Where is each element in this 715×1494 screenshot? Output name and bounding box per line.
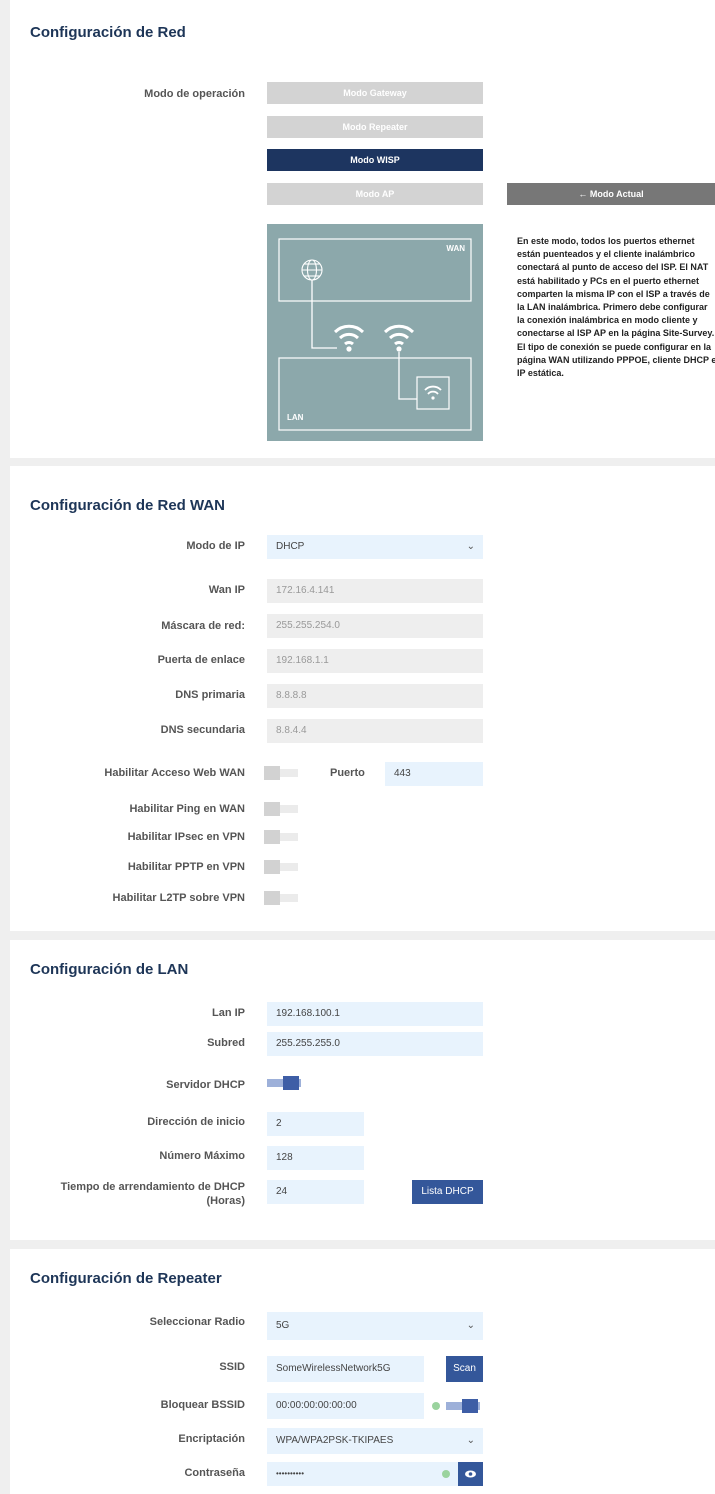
mode-ap-button[interactable]: Modo AP <box>267 183 483 205</box>
dhcp-lease-label: Tiempo de arrendamiento de DHCP (Horas) <box>61 1180 245 1208</box>
dhcp-max-label: Número Máximo <box>159 1150 245 1162</box>
wifi-icon <box>383 324 415 346</box>
encryption-select-value: WPA/WPA2PSK-TKIPAES <box>276 1435 394 1446</box>
chevron-down-icon: ⌄ <box>466 541 475 552</box>
dns1-label: DNS primaria <box>175 689 245 701</box>
lan-config-card: Configuración de LAN Lan IP 192.168.100.… <box>10 940 715 1240</box>
dhcp-list-button[interactable]: Lista DHCP <box>412 1180 483 1204</box>
lan-config-title: Configuración de LAN <box>30 961 189 978</box>
wifi-icon <box>333 324 365 346</box>
chevron-down-icon: ⌄ <box>466 1435 475 1446</box>
port-label: Puerto <box>330 767 365 779</box>
diagram-wan-label: WAN <box>446 244 465 253</box>
globe-icon <box>301 259 323 281</box>
l2tp-vpn-label: Habilitar L2TP sobre VPN <box>112 892 245 904</box>
dhcp-server-toggle[interactable] <box>267 1076 301 1090</box>
netmask-label: Máscara de red: <box>161 620 245 632</box>
wan-ip-label: Wan IP <box>208 584 245 596</box>
network-config-card: Configuración de Red Modo de operación M… <box>10 0 715 458</box>
dhcp-lease-label-line1: Tiempo de arrendamiento de DHCP <box>60 1181 245 1193</box>
encryption-label: Encriptación <box>178 1433 245 1445</box>
repeater-config-title: Configuración de Repeater <box>30 1270 222 1287</box>
dns1-field: 8.8.8.8 <box>267 684 483 708</box>
lock-bssid-label: Bloquear BSSID <box>160 1399 245 1411</box>
gateway-label: Puerta de enlace <box>157 654 245 666</box>
network-config-title: Configuración de Red <box>30 24 186 41</box>
l2tp-vpn-toggle[interactable] <box>264 891 298 905</box>
port-field[interactable]: 443 <box>385 762 483 786</box>
dns2-field: 8.8.4.4 <box>267 719 483 743</box>
mode-description: En este modo, todos los puertos ethernet… <box>517 236 715 379</box>
dhcp-max-field[interactable]: 128 <box>267 1146 364 1170</box>
eye-icon[interactable] <box>458 1462 483 1486</box>
ipsec-vpn-toggle[interactable] <box>264 830 298 844</box>
password-label: Contraseña <box>184 1467 245 1479</box>
wan-config-card: Configuración de Red WAN Modo de IP DHCP… <box>10 466 715 931</box>
lan-ip-label: Lan IP <box>211 1007 245 1019</box>
dhcp-server-label: Servidor DHCP <box>166 1079 245 1091</box>
repeater-config-card: Configuración de Repeater Seleccionar Ra… <box>10 1249 715 1494</box>
wisp-diagram-svg: WAN LAN <box>278 238 472 431</box>
subnet-label: Subred <box>207 1037 245 1049</box>
ip-mode-value: DHCP <box>276 541 305 552</box>
diagram-lan-label: LAN <box>287 413 304 422</box>
mode-gateway-button[interactable]: Modo Gateway <box>267 82 483 104</box>
encryption-select[interactable]: WPA/WPA2PSK-TKIPAES ⌄ <box>267 1428 483 1454</box>
refresh-icon[interactable] <box>442 1470 450 1478</box>
pptp-vpn-toggle[interactable] <box>264 860 298 874</box>
scan-button[interactable]: Scan <box>446 1356 483 1382</box>
dhcp-lease-label-line2: (Horas) <box>206 1195 245 1207</box>
dhcp-start-field[interactable]: 2 <box>267 1112 364 1136</box>
bssid-field[interactable]: 00:00:00:00:00:00 <box>267 1393 424 1419</box>
wan-web-access-label: Habilitar Acceso Web WAN <box>104 767 245 779</box>
radio-select-label: Seleccionar Radio <box>149 1316 245 1328</box>
ssid-field[interactable]: SomeWirelessNetwork5G <box>267 1356 424 1382</box>
radio-select-value: 5G <box>276 1320 290 1331</box>
dns2-label: DNS secundaria <box>160 724 245 736</box>
wan-ping-label: Habilitar Ping en WAN <box>129 803 245 815</box>
dhcp-lease-field[interactable]: 24 <box>267 1180 364 1204</box>
lan-ip-field[interactable]: 192.168.100.1 <box>267 1002 483 1026</box>
ip-mode-label: Modo de IP <box>186 540 245 552</box>
mode-repeater-button[interactable]: Modo Repeater <box>267 116 483 138</box>
gateway-field: 192.168.1.1 <box>267 649 483 673</box>
dhcp-start-label: Dirección de inicio <box>147 1116 245 1128</box>
refresh-icon[interactable] <box>432 1402 440 1410</box>
wan-ip-field: 172.16.4.141 <box>267 579 483 603</box>
wan-ping-toggle[interactable] <box>264 802 298 816</box>
netmask-field: 255.255.254.0 <box>267 614 483 638</box>
wan-config-title: Configuración de Red WAN <box>30 497 225 514</box>
ip-mode-select[interactable]: DHCP ⌄ <box>267 535 483 559</box>
lock-bssid-toggle[interactable] <box>446 1399 480 1413</box>
pptp-vpn-label: Habilitar PPTP en VPN <box>127 861 245 873</box>
operation-mode-label: Modo de operación <box>144 88 245 100</box>
subnet-field[interactable]: 255.255.255.0 <box>267 1032 483 1056</box>
radio-select[interactable]: 5G ⌄ <box>267 1312 483 1340</box>
chevron-down-icon: ⌄ <box>466 1320 475 1331</box>
wan-web-access-toggle[interactable] <box>264 766 298 780</box>
current-mode-indicator: ← Modo Actual <box>507 183 715 205</box>
wisp-diagram: WAN LAN <box>267 224 483 441</box>
mode-wisp-button[interactable]: Modo WISP <box>267 149 483 171</box>
ssid-label: SSID <box>219 1361 245 1373</box>
ipsec-vpn-label: Habilitar IPsec en VPN <box>127 831 245 843</box>
password-field[interactable]: •••••••••• <box>267 1462 483 1486</box>
